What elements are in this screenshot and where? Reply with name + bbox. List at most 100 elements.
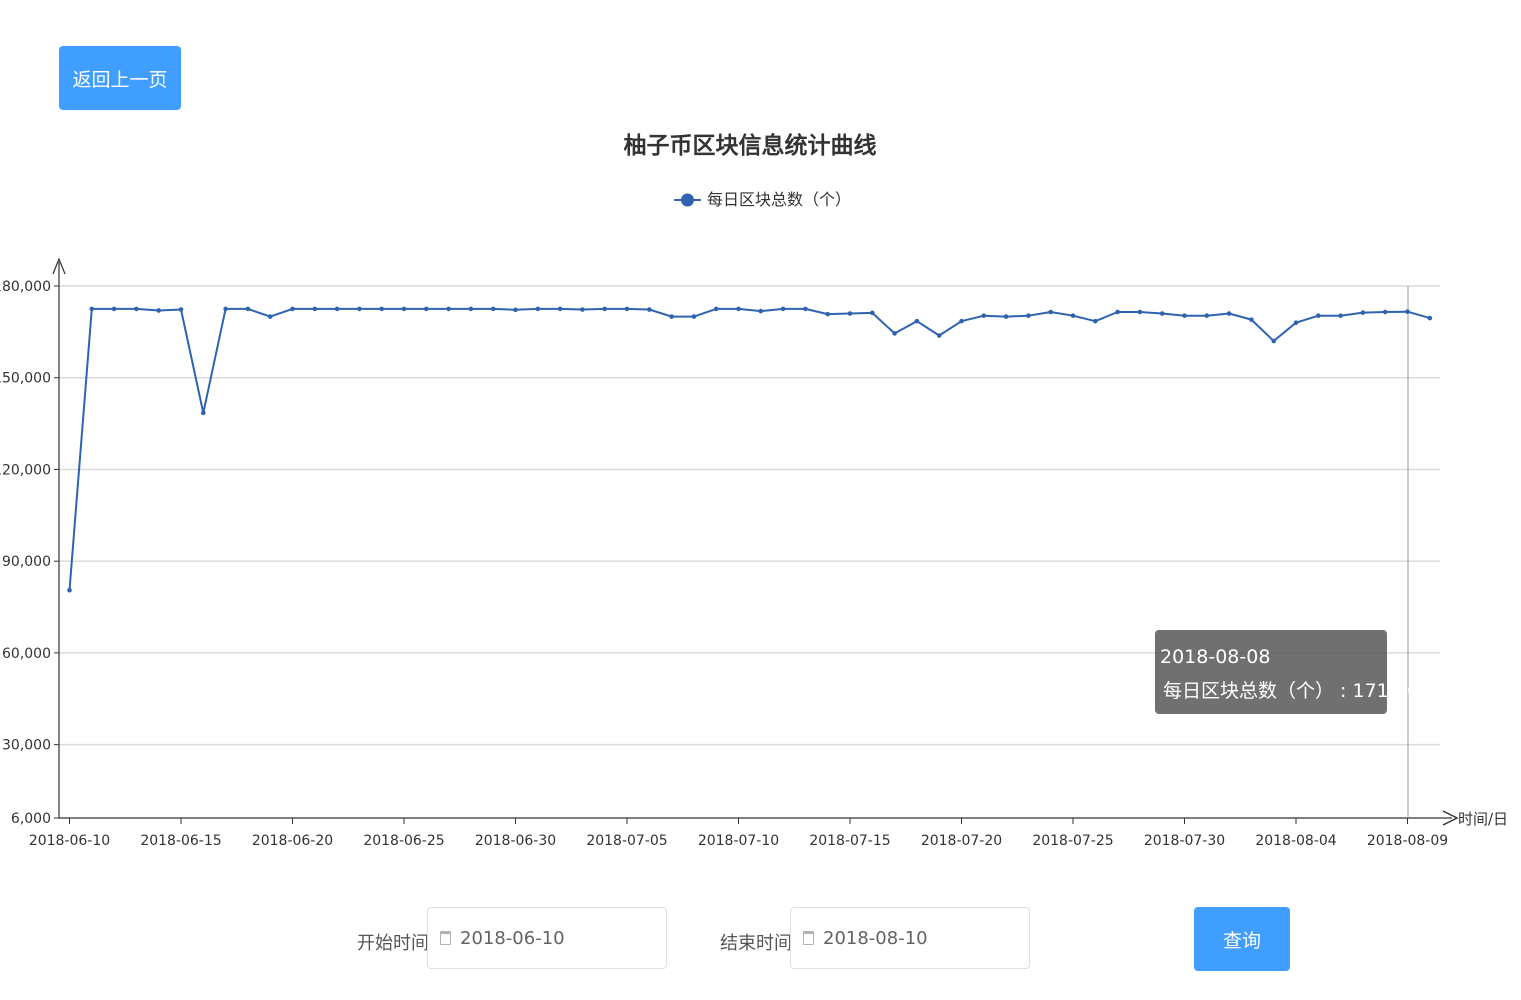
data-point[interactable] (557, 306, 563, 312)
data-point[interactable] (1360, 310, 1366, 315)
chart-legend[interactable]: 每日区块总数（个） (674, 190, 851, 209)
data-point[interactable] (312, 306, 318, 312)
data-point[interactable] (134, 306, 139, 312)
y-tick-label: 6,000 (11, 811, 51, 827)
data-point[interactable] (803, 306, 808, 312)
data-point[interactable] (1405, 309, 1410, 314)
data-point[interactable] (1316, 313, 1321, 318)
end-date-value: 2018-08-10 (823, 927, 928, 949)
data-point[interactable] (401, 306, 407, 312)
data-point[interactable] (111, 306, 117, 312)
data-point[interactable] (691, 314, 697, 319)
data-point[interactable] (580, 307, 585, 312)
chart-title: 柚子币区块信息统计曲线 (624, 132, 877, 159)
data-point[interactable] (1159, 311, 1165, 316)
chart-tooltip: 2018-08-08 每日区块总数（个） : 171,606 (1155, 630, 1431, 714)
data-point[interactable] (914, 318, 920, 324)
data-point[interactable] (1293, 320, 1299, 325)
data-point[interactable] (1115, 309, 1120, 315)
data-point[interactable] (825, 311, 830, 317)
calendar-icon (440, 931, 451, 945)
data-point[interactable] (201, 410, 206, 416)
data-point[interactable] (334, 306, 340, 312)
data-point[interactable] (446, 306, 451, 312)
data-point[interactable] (290, 306, 295, 312)
y-tick-label: 90,000 (2, 554, 51, 570)
end-date-input[interactable]: 2018-08-10 (790, 907, 1030, 969)
data-point[interactable] (1048, 309, 1053, 315)
x-tick-label: 2018-06-15 (140, 833, 221, 849)
y-tick-label: 60,000 (2, 646, 51, 662)
y-tick-label: 120,000 (0, 462, 51, 478)
data-point[interactable] (870, 310, 875, 316)
data-point[interactable] (959, 318, 964, 324)
query-button[interactable]: 查询 (1194, 907, 1290, 971)
data-point[interactable] (156, 308, 161, 313)
data-point[interactable] (1026, 313, 1031, 318)
data-point[interactable] (602, 306, 607, 312)
calendar-icon (803, 931, 814, 945)
series-layer[interactable] (67, 306, 1433, 593)
data-point[interactable] (468, 306, 474, 312)
start-date-input[interactable]: 2018-06-10 (427, 907, 667, 969)
data-point[interactable] (736, 306, 741, 312)
end-time-label: 结束时间: (720, 933, 799, 954)
data-point[interactable] (624, 306, 630, 312)
data-point[interactable] (357, 306, 362, 312)
data-point[interactable] (513, 307, 518, 313)
data-point[interactable] (424, 306, 429, 312)
data-point[interactable] (647, 307, 652, 312)
line-chart: 柚子币区块信息统计曲线 每日区块总数（个） 时间/日 6,000 30,000 60… (0, 132, 1508, 849)
data-point[interactable] (178, 307, 184, 312)
data-point[interactable] (1338, 313, 1343, 318)
data-point[interactable] (981, 313, 987, 318)
data-point[interactable] (490, 306, 496, 312)
series-line[interactable] (68, 307, 1431, 591)
y-tick-label: 180,000 (0, 279, 51, 295)
data-point[interactable] (847, 311, 853, 316)
data-point[interactable] (67, 587, 72, 593)
x-tick-labels: 2018-06-10 2018-06-15 2018-06-20 2018-06-25… (29, 818, 1448, 849)
data-point[interactable] (1382, 309, 1388, 315)
axes: 时间/日 (52, 257, 1508, 828)
data-point[interactable] (223, 306, 228, 312)
x-tick-label: 2018-07-10 (698, 833, 779, 849)
x-tick-label: 2018-07-30 (1144, 833, 1225, 849)
data-point[interactable] (267, 314, 273, 319)
data-point[interactable] (1137, 309, 1143, 315)
data-point[interactable] (1003, 314, 1009, 319)
x-tick-label: 2018-07-20 (921, 833, 1002, 849)
data-point[interactable] (936, 333, 942, 338)
data-point[interactable] (1093, 318, 1098, 324)
y-tick-label: 30,000 (2, 738, 51, 754)
start-date-value: 2018-06-10 (460, 927, 565, 949)
x-tick-label: 2018-06-30 (475, 833, 556, 849)
x-tick-label: 2018-07-25 (1032, 833, 1113, 849)
data-point[interactable] (1182, 313, 1187, 318)
x-tick-label: 2018-07-05 (586, 833, 667, 849)
x-tick-label: 2018-06-10 (29, 833, 110, 849)
x-tick-label: 2018-08-09 (1367, 833, 1448, 849)
x-tick-label: 2018-07-15 (809, 833, 890, 849)
data-point[interactable] (379, 306, 385, 312)
x-tick-label: 2018-06-25 (363, 833, 444, 849)
start-time-label: 开始时间: (357, 933, 436, 954)
legend-marker-icon (681, 193, 694, 207)
data-point[interactable] (89, 306, 95, 312)
data-point[interactable] (780, 306, 786, 312)
data-point[interactable] (713, 306, 719, 312)
x-tick-label: 2018-06-20 (252, 833, 333, 849)
data-point[interactable] (1249, 317, 1254, 322)
tooltip-row: 每日区块总数（个） : 171,606 (1160, 678, 1431, 704)
data-point[interactable] (892, 331, 897, 336)
data-point[interactable] (669, 314, 674, 319)
data-point[interactable] (1271, 338, 1276, 344)
tooltip-value: 171,606 (1352, 680, 1432, 702)
data-point[interactable] (758, 308, 764, 314)
data-point[interactable] (1070, 313, 1076, 318)
data-point[interactable] (245, 306, 251, 312)
data-point[interactable] (1204, 313, 1210, 318)
data-point[interactable] (1427, 315, 1433, 321)
data-point[interactable] (535, 306, 541, 312)
data-point[interactable] (1226, 311, 1232, 316)
